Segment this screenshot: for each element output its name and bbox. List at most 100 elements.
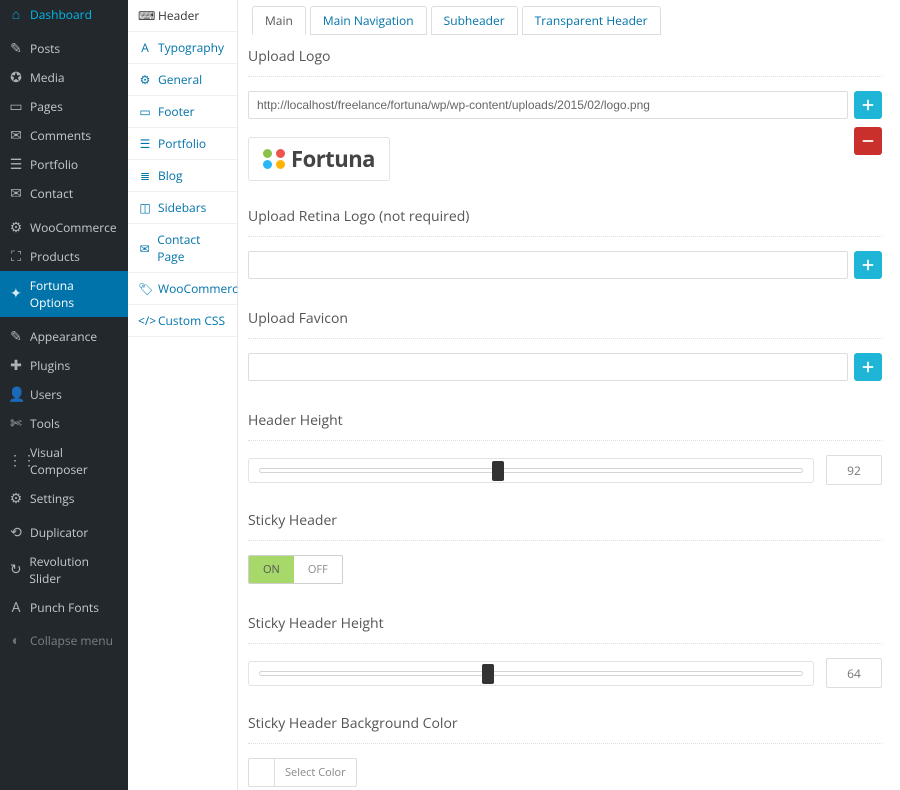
- wp-menu-visual-composer[interactable]: ⋮⋮Visual Composer: [0, 438, 128, 484]
- wp-menu-label: Pages: [30, 98, 63, 115]
- section-title-sticky-bg: Sticky Header Background Color: [248, 714, 882, 733]
- upload-retina-button[interactable]: [854, 251, 882, 279]
- blog-icon: ≣: [138, 167, 152, 184]
- wp-menu-products[interactable]: ⛶Products: [0, 242, 128, 271]
- upload-favicon-button[interactable]: [854, 353, 882, 381]
- subnav-portfolio[interactable]: ☰ Portfolio: [128, 128, 237, 160]
- woocommerce-icon: 🏷: [138, 280, 152, 297]
- logo-preview: Fortuna: [248, 137, 390, 181]
- wp-menu-posts[interactable]: ✎Posts: [0, 34, 128, 63]
- tab-transparent-header[interactable]: Transparent Header: [522, 6, 661, 35]
- typography-icon: A: [138, 39, 152, 56]
- sticky-header-toggle[interactable]: ON OFF: [248, 555, 343, 584]
- subnav-footer[interactable]: ▭Footer: [128, 96, 237, 128]
- tab-subheader[interactable]: Subheader: [431, 6, 518, 35]
- punch-fonts-icon: A: [8, 601, 24, 615]
- wp-menu-label: Fortuna Options: [30, 277, 120, 311]
- sticky-height-value: 64: [826, 658, 882, 688]
- settings-icon: ⚙: [8, 492, 24, 506]
- wp-menu-collapse-menu[interactable]: ◐ Collapse menu: [0, 626, 128, 655]
- subnav-general[interactable]: ⚙General: [128, 64, 237, 96]
- wp-menu-punch-fonts[interactable]: APunch Fonts: [0, 593, 128, 622]
- wp-menu-label: Revolution Slider: [29, 553, 120, 587]
- divider: [248, 338, 882, 339]
- contact-page-icon: ✉: [138, 240, 151, 257]
- subnav-header[interactable]: ⌨Header: [128, 0, 237, 32]
- wp-menu-label: Dashboard: [30, 6, 92, 23]
- sticky-bg-color-picker[interactable]: Select Color: [248, 758, 357, 787]
- toggle-on[interactable]: ON: [249, 556, 294, 583]
- visual-composer-icon: ⋮⋮: [8, 454, 24, 468]
- wp-menu-fortuna-options[interactable]: ✦Fortuna Options: [0, 271, 128, 317]
- logo-url-input[interactable]: [248, 91, 848, 119]
- woocommerce-icon: ⚙: [8, 221, 24, 235]
- tab-main[interactable]: Main: [252, 6, 306, 35]
- subnav-label: Footer: [158, 103, 195, 120]
- wp-menu-appearance[interactable]: ✎Appearance: [0, 322, 128, 351]
- retina-logo-input[interactable]: [248, 251, 848, 279]
- subnav-label: Sidebars: [158, 199, 206, 216]
- subnav-custom-css[interactable]: </>Custom CSS: [128, 305, 237, 337]
- tab-main-navigation[interactable]: Main Navigation: [310, 6, 427, 35]
- toggle-off[interactable]: OFF: [294, 556, 342, 583]
- wp-menu-plugins[interactable]: ✚Plugins: [0, 351, 128, 380]
- dashboard-icon: ⌂: [8, 8, 24, 22]
- wp-menu-tools[interactable]: ✄Tools: [0, 409, 128, 438]
- divider: [248, 440, 882, 441]
- wp-menu-settings[interactable]: ⚙ Settings: [0, 484, 128, 513]
- logo-preview-text: Fortuna: [291, 144, 375, 174]
- subnav-blog[interactable]: ≣ Blog: [128, 160, 237, 192]
- wp-menu-label: Tools: [30, 415, 60, 432]
- color-swatch[interactable]: [249, 759, 275, 786]
- pages-icon: ▭: [8, 100, 24, 114]
- wp-menu-label: Contact: [30, 185, 73, 202]
- wp-menu-label: Settings: [30, 490, 75, 507]
- header-icon: ⌨: [138, 7, 152, 24]
- wp-menu-contact[interactable]: ✉Contact: [0, 179, 128, 208]
- wp-menu-pages[interactable]: ▭ Pages: [0, 92, 128, 121]
- portfolio-icon: ☰: [138, 135, 152, 152]
- portfolio-icon: ☰: [8, 158, 24, 172]
- theme-options-sidebar: ⌨Header A Typography ⚙General▭Footer ☰ Portfo…: [128, 0, 238, 790]
- wp-menu-users[interactable]: 👤 Users: [0, 380, 128, 409]
- remove-logo-button[interactable]: [854, 127, 882, 155]
- upload-logo-button[interactable]: [854, 91, 882, 119]
- wp-menu-dashboard[interactable]: ⌂ Dashboard: [0, 0, 128, 29]
- subnav-label: Portfolio: [158, 135, 206, 152]
- subnav-typography[interactable]: A Typography: [128, 32, 237, 64]
- wp-admin-sidebar: ⌂ Dashboard ✎Posts✪Media ▭ Pages ✉Comments ☰ Po…: [0, 0, 128, 790]
- slider-thumb[interactable]: [482, 664, 494, 684]
- plugins-icon: ✚: [8, 359, 24, 373]
- products-icon: ⛶: [8, 250, 24, 264]
- subnav-contact-page[interactable]: ✉ Contact Page: [128, 224, 237, 273]
- wp-menu-duplicator[interactable]: ⟲Duplicator: [0, 518, 128, 547]
- slider-thumb[interactable]: [492, 461, 504, 481]
- wp-menu-label: WooCommerce: [30, 219, 117, 236]
- wp-menu-woocommerce[interactable]: ⚙ WooCommerce: [0, 213, 128, 242]
- divider: [248, 236, 882, 237]
- subnav-label: Blog: [158, 167, 183, 184]
- select-color-label[interactable]: Select Color: [275, 759, 356, 786]
- divider: [248, 540, 882, 541]
- wp-menu-label: Portfolio: [30, 156, 78, 173]
- favicon-input[interactable]: [248, 353, 848, 381]
- sticky-height-slider[interactable]: [248, 661, 814, 686]
- wp-menu-label: Users: [30, 386, 62, 403]
- wp-menu-revolution-slider[interactable]: ↻Revolution Slider: [0, 547, 128, 593]
- collapse-menu-icon: ◐: [8, 634, 24, 648]
- wp-menu-comments[interactable]: ✉Comments: [0, 121, 128, 150]
- section-title-sticky-height: Sticky Header Height: [248, 614, 882, 633]
- subnav-label: WooCommerce: [158, 280, 245, 297]
- custom-css-icon: </>: [138, 312, 152, 329]
- subnav-sidebars[interactable]: ◫Sidebars: [128, 192, 237, 224]
- users-icon: 👤: [8, 388, 24, 402]
- subnav-label: Contact Page: [157, 231, 227, 265]
- section-title-upload-logo: Upload Logo: [248, 47, 882, 66]
- wp-menu-label: Collapse menu: [30, 632, 113, 649]
- header-height-slider[interactable]: [248, 458, 814, 483]
- subnav-label: Typography: [158, 39, 224, 56]
- wp-menu-portfolio[interactable]: ☰ Portfolio: [0, 150, 128, 179]
- section-title-sticky-header: Sticky Header: [248, 511, 882, 530]
- subnav-woocommerce[interactable]: 🏷WooCommerce: [128, 273, 237, 305]
- wp-menu-media[interactable]: ✪Media: [0, 63, 128, 92]
